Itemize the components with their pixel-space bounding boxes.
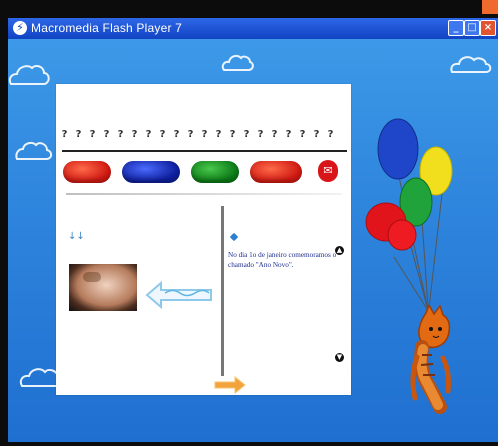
corner-tab bbox=[482, 0, 498, 14]
pin: ? bbox=[229, 129, 236, 140]
pin: ? bbox=[61, 129, 68, 140]
red-clay-button-2[interactable] bbox=[250, 161, 302, 183]
content-panel: ? ? ? ? ? ? ? ? ? ? ? ? ? ? ? ? ? ? ? ? … bbox=[56, 84, 351, 395]
maximize-button[interactable]: □ bbox=[464, 20, 480, 36]
cloud-mid-left bbox=[15, 141, 53, 160]
pin: ? bbox=[243, 129, 250, 140]
green-clay-button[interactable] bbox=[191, 161, 239, 183]
close-button[interactable]: × bbox=[480, 20, 496, 36]
pin: ? bbox=[131, 129, 138, 140]
pin: ? bbox=[187, 129, 194, 140]
pin: ? bbox=[145, 129, 152, 140]
pin: ? bbox=[327, 129, 334, 140]
pin: ? bbox=[285, 129, 292, 140]
window-titlebar[interactable]: ⚡ Macromedia Flash Player 7 _ □ × bbox=[8, 18, 498, 39]
red-clay-button[interactable] bbox=[63, 161, 111, 183]
pin: ? bbox=[89, 129, 96, 140]
cloud-right bbox=[450, 56, 492, 73]
content-text: No dia 1o de janeiro comemoramos o chama… bbox=[228, 251, 337, 269]
minimize-button[interactable]: _ bbox=[448, 20, 464, 36]
pin: ? bbox=[313, 129, 320, 140]
pin-rail bbox=[62, 150, 347, 152]
pin: ? bbox=[201, 129, 208, 140]
pin: ? bbox=[75, 129, 82, 140]
pin: ? bbox=[159, 129, 166, 140]
pin: ? bbox=[173, 129, 180, 140]
next-arrow-icon[interactable] bbox=[213, 376, 247, 394]
blue-clay-button[interactable] bbox=[122, 161, 180, 183]
pin: ? bbox=[117, 129, 124, 140]
cloud-top-center bbox=[221, 54, 254, 71]
screen-frame: ⚡ Macromedia Flash Player 7 _ □ × ? ? ? … bbox=[0, 0, 498, 446]
small-marker-text: ↓↓ bbox=[68, 231, 85, 242]
pin: ? bbox=[103, 129, 110, 140]
mail-icon[interactable]: ✉ bbox=[318, 160, 338, 182]
window-title: Macromedia Flash Player 7 bbox=[31, 21, 183, 35]
pin: ? bbox=[257, 129, 264, 140]
horizontal-divider bbox=[66, 193, 342, 195]
flash-icon: ⚡ bbox=[13, 21, 27, 35]
child-photo bbox=[69, 264, 137, 311]
back-arrow-icon[interactable] bbox=[143, 281, 215, 309]
cat-character bbox=[410, 305, 451, 414]
flash-canvas: ? ? ? ? ? ? ? ? ? ? ? ? ? ? ? ? ? ? ? ? … bbox=[8, 39, 498, 442]
vertical-divider bbox=[221, 206, 224, 376]
scroll-up-icon[interactable]: ▲ bbox=[335, 246, 344, 255]
scroll-down-icon[interactable]: ▼ bbox=[335, 353, 344, 362]
text-marker bbox=[229, 232, 239, 242]
pin: ? bbox=[299, 129, 306, 140]
pin: ? bbox=[271, 129, 278, 140]
pin: ? bbox=[215, 129, 222, 140]
cloud-top-left bbox=[8, 64, 50, 85]
balloon-group bbox=[365, 118, 453, 311]
